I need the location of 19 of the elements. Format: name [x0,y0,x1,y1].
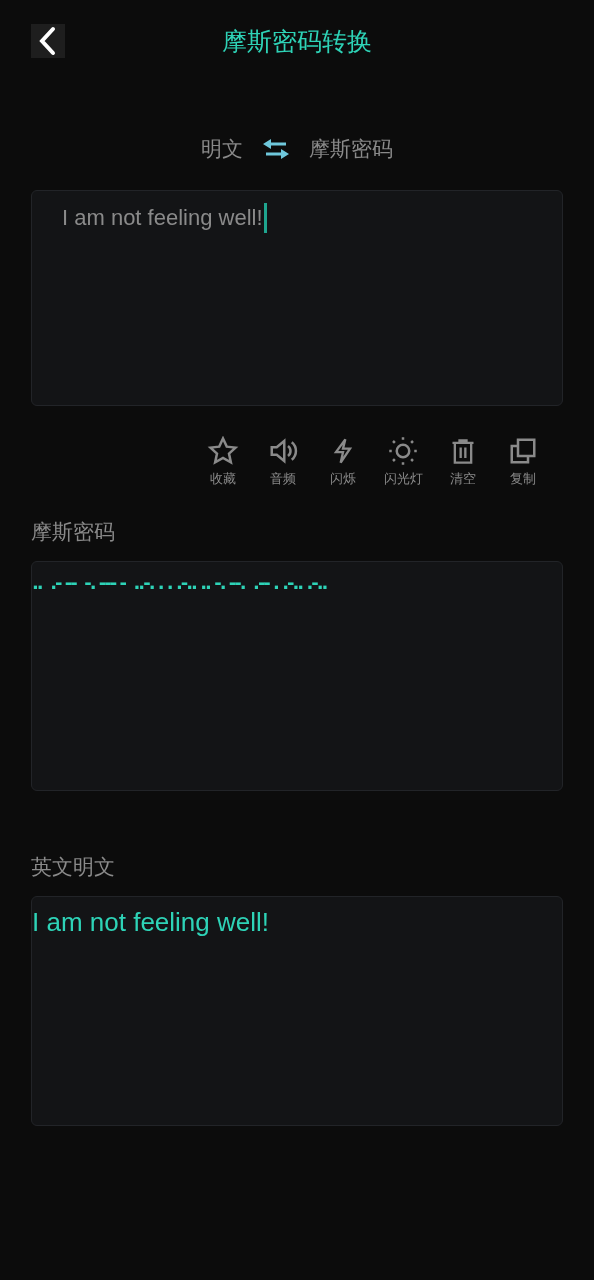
action-button[interactable]: 复制 [493,436,553,488]
morse-output: .. .- -- -. --- - ..-. . . .-.. .. -. --. .-- . .-.. .-.. [32,572,327,593]
target-mode-label: 摩斯密码 [309,136,393,163]
section-label: 摩斯密码 [31,519,116,546]
back-button[interactable] [31,24,65,58]
section-label: 英文明文 [31,854,116,881]
copy-icon [508,436,538,466]
action-button[interactable]: 清空 [433,436,493,488]
page-title: 摩斯密码转换 [222,25,372,58]
input-field[interactable]: I am not feeling well! [31,190,563,406]
star-icon [207,436,239,466]
swap-button[interactable] [261,137,291,161]
action-button[interactable]: 闪烁 [313,436,373,488]
source-mode-label: 明文 [201,136,243,163]
plain-output: I am not feeling well! [32,907,269,937]
action-button[interactable]: 闪光灯 [373,436,433,488]
action-button[interactable]: 音频 [253,436,313,488]
sun-icon [387,436,419,466]
action-button[interactable]: 收藏 [193,436,253,488]
